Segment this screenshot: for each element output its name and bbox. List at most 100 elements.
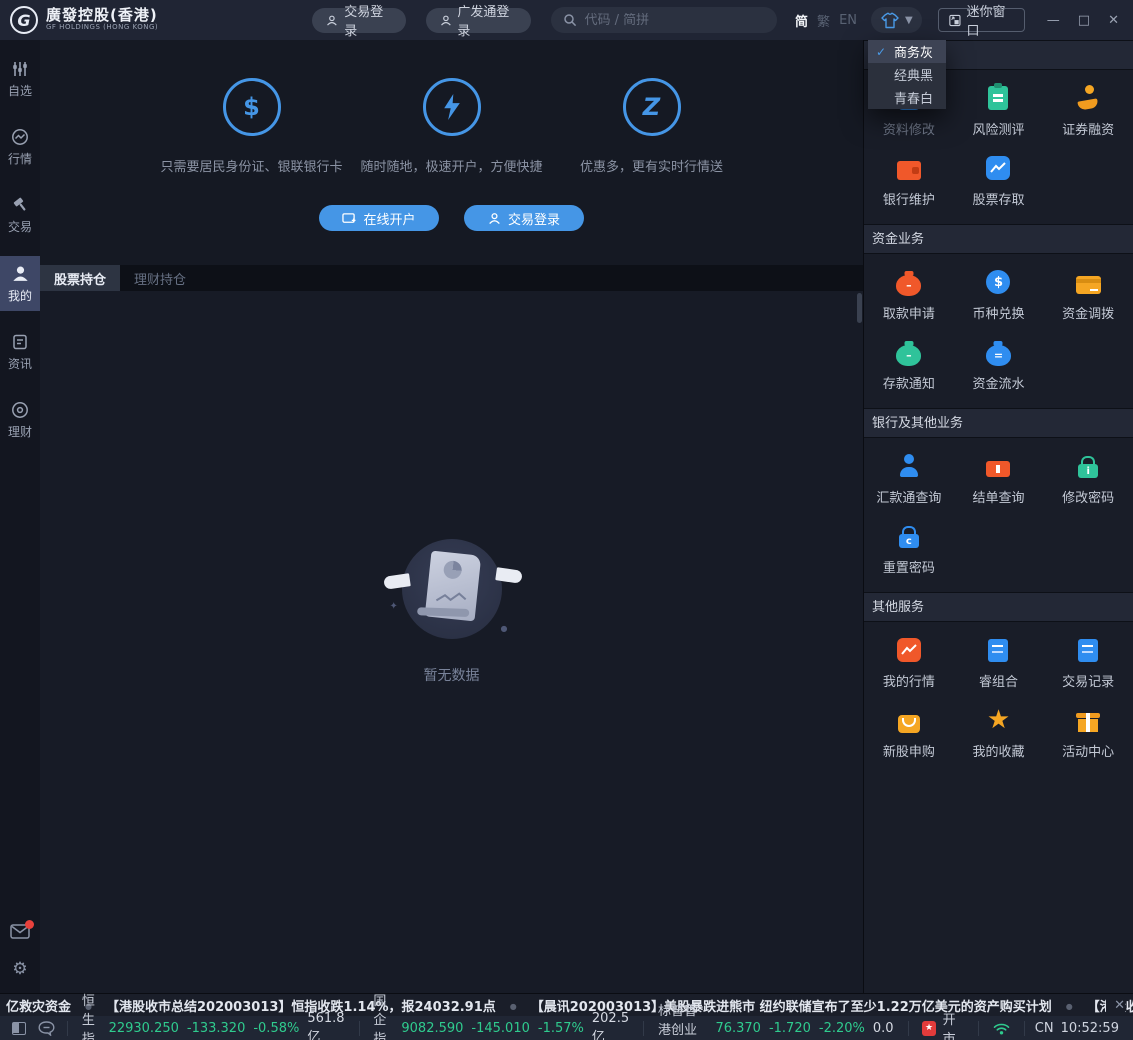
open-account-button[interactable]: 在线开户 (319, 205, 439, 231)
sidebar-item-trade[interactable]: 交易 (0, 188, 40, 242)
lang-traditional[interactable]: 繁 (817, 11, 830, 30)
index-change: -145.010 (471, 1021, 529, 1036)
person-icon (326, 14, 338, 27)
gf-pass-login-button[interactable]: 广发通登录 (426, 8, 531, 33)
theme-option-youth-white[interactable]: 青春白 (868, 86, 946, 109)
sidebar-item-mine[interactable]: 我的 (0, 256, 40, 311)
withdraw-request-icon: – (895, 268, 923, 296)
index-volume: 0.0 (873, 1021, 894, 1036)
dollar-icon: $ (223, 78, 281, 136)
risk-assessment-icon (984, 84, 1012, 112)
wealth-icon (11, 401, 29, 419)
close-button[interactable]: ✕ (1108, 13, 1119, 28)
sidebar-label: 交易 (8, 218, 32, 235)
sidebar-label: 行情 (8, 150, 32, 167)
sidebar-item-watchlist[interactable]: 自选 (0, 52, 40, 106)
scrollbar-thumb[interactable] (857, 293, 862, 323)
activity-center-icon (1074, 706, 1102, 734)
messages-button[interactable] (10, 924, 30, 943)
currency-exchange-icon (984, 268, 1012, 296)
service-my-favorites[interactable]: 我的收藏 (954, 706, 1044, 760)
index-value: 76.370 (715, 1021, 761, 1036)
service-margin-financing[interactable]: 证券融资 (1043, 84, 1133, 138)
promo-trade-login-button[interactable]: 交易登录 (464, 205, 584, 231)
watchlist-icon (11, 60, 29, 78)
ticker-item[interactable]: 亿救灾资金 (6, 996, 71, 1015)
positions-tabbar: 股票持仓 理财持仓 (40, 265, 863, 291)
search-box[interactable] (551, 7, 778, 33)
sidebar-item-wealth[interactable]: 理财 (0, 393, 40, 447)
service-reset-password[interactable]: c 重置密码 (864, 522, 954, 576)
tab-wealth-positions[interactable]: 理财持仓 (120, 265, 200, 291)
person-icon (488, 212, 501, 225)
theme-option-classic-black[interactable]: 经典黑 (868, 63, 946, 86)
region-time: CN 10:52:59 (1025, 1021, 1133, 1036)
service-currency-exchange[interactable]: 币种兑换 (954, 268, 1044, 322)
service-remittance-query[interactable]: 汇款通查询 (864, 452, 954, 506)
lang-english[interactable]: EN (839, 13, 857, 28)
empty-state-text: 暂无数据 (424, 665, 480, 685)
lang-simplified[interactable]: 简 (795, 11, 808, 30)
gf-logo-icon: G (10, 6, 38, 34)
brand-z-icon: Z (623, 78, 681, 136)
window-controls: — □ ✕ (1047, 13, 1133, 28)
minimize-button[interactable]: — (1047, 13, 1060, 28)
open-account-label: 在线开户 (363, 209, 415, 228)
index-value: 22930.250 (109, 1021, 179, 1036)
sidebar-item-news[interactable]: 资讯 (0, 325, 40, 379)
star-sparkle-icon: ● (501, 624, 508, 633)
service-smart-portfolio[interactable]: 睿组合 (954, 636, 1044, 690)
hk-flag-icon: ★ (922, 1021, 935, 1036)
service-activity-center[interactable]: 活动中心 (1043, 706, 1133, 760)
trade-login-button[interactable]: 交易登录 (312, 8, 405, 33)
quotes-icon (11, 128, 29, 146)
titlebar: G 廣發控股(香港) GF HOLDINGS (HONG KONG) 交易登录 … (0, 0, 1133, 40)
section-header-funds: 资金业务 (864, 224, 1133, 254)
service-trade-records[interactable]: 交易记录 (1043, 636, 1133, 690)
service-risk-assessment[interactable]: 风险测评 (954, 84, 1044, 138)
theme-option-business-gray[interactable]: ✓ 商务灰 (868, 40, 946, 63)
search-input[interactable] (585, 13, 765, 28)
service-statement-query[interactable]: 结单查询 (954, 452, 1044, 506)
gf-pass-login-label: 广发通登录 (457, 1, 516, 39)
wing-icon (383, 573, 411, 589)
feature-promotions: Z 优惠多，更有实时行情送 (552, 78, 752, 175)
market-status: ★ 开市 (908, 1009, 978, 1040)
service-my-quotes[interactable]: 我的行情 (864, 636, 954, 690)
smart-portfolio-icon (984, 636, 1012, 664)
wing-icon (495, 567, 523, 583)
stock-deposit-icon (984, 154, 1012, 182)
service-fund-flow[interactable]: = 资金流水 (954, 338, 1044, 392)
sidebar-item-quotes[interactable]: 行情 (0, 120, 40, 174)
maximize-button[interactable]: □ (1078, 13, 1090, 28)
ticker-close-button[interactable]: ✕ (1106, 994, 1125, 1016)
index-value: 9082.590 (401, 1021, 463, 1036)
service-fund-transfer[interactable]: 资金调拨 (1043, 268, 1133, 322)
market-status-label: 开市 (943, 1009, 964, 1040)
mini-window-button[interactable]: 迷你窗口 (938, 8, 1025, 32)
line-chart-icon (434, 589, 469, 606)
check-icon: ✓ (876, 45, 889, 59)
settings-button[interactable]: ⚙ (12, 959, 27, 979)
theme-picker-button[interactable]: ▼ (871, 7, 922, 33)
services-panel: 资料修改 风险测评 证券融资 银行维护 股票存取 资金业务 (863, 40, 1133, 993)
service-stock-deposit[interactable]: 股票存取 (954, 154, 1044, 208)
reset-password-icon: c (895, 522, 923, 550)
feedback-chat-icon[interactable] (38, 1021, 55, 1036)
index-hscei: 国企指数 9082.590 -145.010 -1.57% 202.5亿 (359, 990, 643, 1040)
deposit-notice-icon: – (895, 338, 923, 366)
fund-flow-icon: = (984, 338, 1012, 366)
index-change: -133.320 (187, 1021, 245, 1036)
page-curl (417, 607, 469, 617)
feature-caption: 随时随地，极速开户，方便快捷 (360, 156, 542, 175)
service-bank-maintenance[interactable]: 银行维护 (864, 154, 954, 208)
service-ipo-subscription[interactable]: 新股申购 (864, 706, 954, 760)
trade-login-label: 交易登录 (344, 1, 391, 39)
feature-caption: 优惠多，更有实时行情送 (580, 156, 723, 175)
service-withdraw-request[interactable]: – 取款申请 (864, 268, 954, 322)
panel-toggle-icon[interactable] (12, 1022, 26, 1035)
tab-stock-positions[interactable]: 股票持仓 (40, 265, 120, 291)
index-pct: -0.58% (253, 1021, 299, 1036)
service-change-password[interactable]: i 修改密码 (1043, 452, 1133, 506)
service-deposit-notice[interactable]: – 存款通知 (864, 338, 954, 392)
